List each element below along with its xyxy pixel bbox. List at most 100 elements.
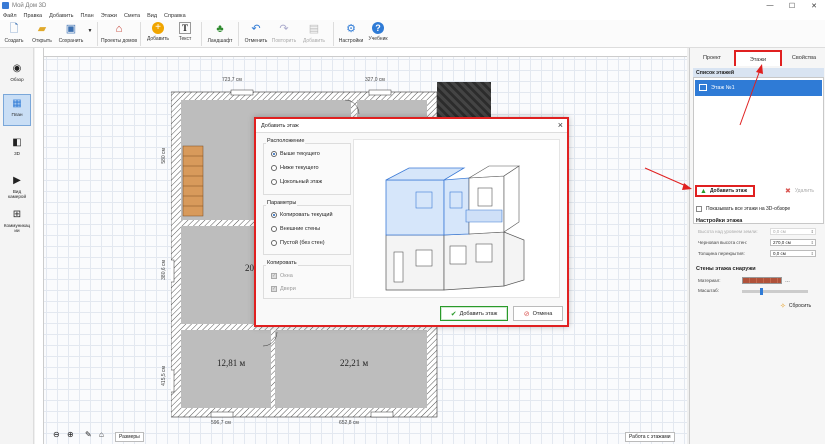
material-swatch[interactable]: [742, 277, 782, 284]
window-title: Мой Дом 3D: [12, 2, 47, 9]
tab-properties[interactable]: Свойства: [782, 50, 825, 66]
radio[interactable]: [271, 226, 277, 232]
add-button[interactable]: + Добавить: [144, 20, 172, 48]
save-dropdown[interactable]: ▼: [86, 20, 94, 48]
ruler-top: [35, 48, 687, 57]
zoom-in-icon[interactable]: ⊕: [67, 430, 74, 439]
room-area-label: 22,21 м: [340, 358, 369, 368]
material-row: Материал: …: [698, 277, 790, 284]
close-icon[interactable]: ×: [558, 120, 563, 130]
create-button[interactable]: 🗋 Создать: [0, 20, 28, 48]
window[interactable]: [230, 89, 254, 96]
stairs[interactable]: [182, 145, 204, 217]
paste-icon: ▤: [308, 23, 320, 35]
window[interactable]: [368, 89, 392, 96]
undo-button[interactable]: ↶ Отменить: [242, 20, 270, 48]
toolbar-divider: [140, 22, 141, 46]
canvas-footer: ⊖ ⊕ ✎ ⌂ Размеры Работа с этажами: [35, 428, 687, 444]
title-bar: Мой Дом 3D — ☐ ✕: [0, 0, 825, 11]
tutorial-button[interactable]: ? Учебник: [365, 20, 391, 48]
slider-knob[interactable]: [760, 288, 763, 295]
menu-add[interactable]: Добавить: [49, 13, 73, 19]
ruler-icon[interactable]: ✎: [85, 430, 92, 439]
tab-floors[interactable]: Этажи: [734, 50, 782, 66]
room[interactable]: [275, 330, 427, 408]
landscape-button[interactable]: ♣ Ландшафт: [205, 20, 235, 48]
radio[interactable]: [271, 212, 277, 218]
copy-doors-checkbox[interactable]: ✓ Двери: [271, 286, 296, 292]
option-copy-current[interactable]: Копировать текущий: [271, 212, 333, 218]
more-button[interactable]: …: [785, 278, 790, 284]
dialog-title: Добавить этаж: [261, 123, 299, 129]
close-window-button[interactable]: ✕: [803, 0, 825, 11]
broom-icon: ✧: [780, 303, 786, 310]
menu-estimate[interactable]: Смета: [124, 13, 140, 19]
window[interactable]: [171, 369, 175, 393]
window[interactable]: [171, 259, 175, 283]
plan-button[interactable]: ▦ План: [3, 94, 31, 126]
slab-thickness-row: Толщина перекрытия: 0,0 см ⇕: [698, 250, 816, 257]
scale-slider[interactable]: [742, 288, 808, 295]
add-icon: +: [152, 22, 164, 34]
toolbar-divider: [97, 22, 98, 46]
menu-view[interactable]: Вид: [147, 13, 157, 19]
sizes-button[interactable]: Размеры: [115, 432, 144, 442]
height-above-ground-input[interactable]: 0,0 см ⇕: [770, 228, 816, 235]
menu-plan[interactable]: План: [80, 13, 93, 19]
tab-project[interactable]: Проект: [690, 50, 734, 66]
cube-icon: ◧: [12, 137, 22, 148]
menu-help[interactable]: Справка: [164, 13, 186, 19]
option-basement[interactable]: Цокольный этаж: [271, 179, 322, 185]
folder-icon: ▰: [37, 23, 47, 35]
cancel-button[interactable]: ⊘ Отмена: [513, 306, 563, 321]
room-area-label: 12,81 м: [217, 358, 246, 368]
copy-windows-checkbox[interactable]: ✓ Окна: [271, 273, 293, 279]
menu-file[interactable]: Файл: [3, 13, 17, 19]
floor-preview-image: [353, 139, 560, 298]
zoom-out-icon[interactable]: ⊖: [53, 430, 60, 439]
radio[interactable]: [271, 240, 277, 246]
dimension-label: 652,8 см: [339, 420, 359, 426]
option-below-current[interactable]: Ниже текущего: [271, 165, 319, 171]
gear-icon: ⚙: [346, 23, 356, 35]
wall-height-input[interactable]: 270,0 см ⇕: [770, 239, 816, 246]
save-button[interactable]: ▣ Сохранить: [56, 20, 86, 48]
window[interactable]: [210, 411, 234, 418]
camera-view-button[interactable]: ▶ Вид камерой: [3, 172, 31, 204]
home-icon[interactable]: ⌂: [99, 430, 104, 439]
add-floor-confirm-button[interactable]: ✔ Добавить этаж: [440, 306, 508, 321]
floor-list-item[interactable]: Этаж №1: [695, 80, 822, 96]
floors-work-button[interactable]: Работа с этажами: [625, 432, 675, 442]
settings-button[interactable]: ⚙ Настройки: [337, 20, 365, 48]
delete-floor-button[interactable]: ✖ Удалить: [785, 187, 814, 195]
wall-height-row: Черновая высота стен: 270,0 см ⇕: [698, 239, 816, 246]
radio[interactable]: [271, 179, 277, 185]
text-icon: T: [179, 22, 191, 34]
window[interactable]: [370, 411, 394, 418]
room[interactable]: [181, 330, 271, 408]
open-button[interactable]: ▰ Открыть: [28, 20, 56, 48]
overview-button[interactable]: ◉ Обзор: [3, 60, 31, 92]
check-icon: ✔: [450, 310, 457, 318]
add-floor-button[interactable]: ▲ Добавить этаж: [695, 185, 755, 197]
option-empty[interactable]: Пустой (без стен): [271, 240, 325, 246]
house-projects-button[interactable]: ⌂ Проекты домов: [101, 20, 137, 48]
menu-edit[interactable]: Правка: [24, 13, 43, 19]
chevron-down-icon: ▼: [87, 28, 93, 34]
slab-thickness-input[interactable]: 0,0 см ⇕: [770, 250, 816, 257]
paste-button[interactable]: ▤ Добавить: [298, 20, 330, 48]
reset-button[interactable]: ✧ Сбросить: [780, 302, 811, 310]
option-outer-walls[interactable]: Внешние стены: [271, 226, 320, 232]
view-3d-button[interactable]: ◧ 3D: [3, 134, 31, 166]
option-above-current[interactable]: Выше текущего: [271, 151, 320, 157]
radio[interactable]: [271, 165, 277, 171]
communications-button[interactable]: ⊞ Коммуникации: [3, 206, 31, 238]
show-all-floors-checkbox[interactable]: Показывать все этажи на 3D-обзоре: [696, 206, 790, 212]
minimize-button[interactable]: —: [759, 0, 781, 11]
menu-floors[interactable]: Этажи: [101, 13, 117, 19]
checkbox[interactable]: [696, 206, 702, 212]
radio[interactable]: [271, 151, 277, 157]
redo-button[interactable]: ↷ Повторить: [270, 20, 298, 48]
text-button[interactable]: T Текст: [172, 20, 198, 48]
maximize-button[interactable]: ☐: [781, 0, 803, 11]
